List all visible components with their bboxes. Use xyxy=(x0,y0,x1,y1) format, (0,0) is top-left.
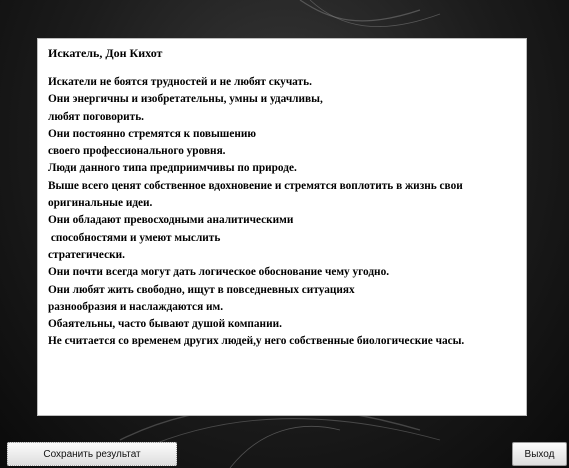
result-line: Люди данного типа предприимчивы по приро… xyxy=(48,162,297,175)
result-title: Искатель, Дон Кихот xyxy=(48,46,163,60)
result-line: Они постоянно стремятся к повышению xyxy=(48,127,257,140)
result-description: Искатели не боятся трудностей и не любят… xyxy=(48,74,518,351)
result-line: разнообразия и наслаждаются им. xyxy=(48,300,224,313)
result-line: Они энергичны и изобретательны, умны и у… xyxy=(48,93,323,106)
result-line: Они почти всегда могут дать логическое о… xyxy=(48,266,390,279)
result-line: любят поговорить. xyxy=(48,110,145,123)
save-result-button[interactable]: Сохранить результат xyxy=(7,442,177,466)
result-line: оригинальные идеи. xyxy=(48,197,153,210)
result-line: своего профессионального уровня. xyxy=(48,145,226,158)
result-line: способностями и умеют мыслить xyxy=(48,231,221,244)
exit-button[interactable]: Выход xyxy=(512,442,567,466)
result-line: Выше всего ценят собственное вдохновение… xyxy=(48,179,463,192)
result-line: Не считается со временем других людей,у … xyxy=(48,335,465,348)
result-line: Искатели не боятся трудностей и не любят… xyxy=(48,76,312,88)
result-line: Они любят жить свободно, ищут в повседне… xyxy=(48,283,355,296)
result-text-panel: Искатель, Дон Кихот Искатели не боятся т… xyxy=(37,38,527,416)
result-line: Обаятельны, часто бывают душой компании. xyxy=(48,318,282,331)
result-line: стратегически. xyxy=(48,248,125,261)
result-line: Они обладают превосходными аналитическим… xyxy=(48,214,294,227)
